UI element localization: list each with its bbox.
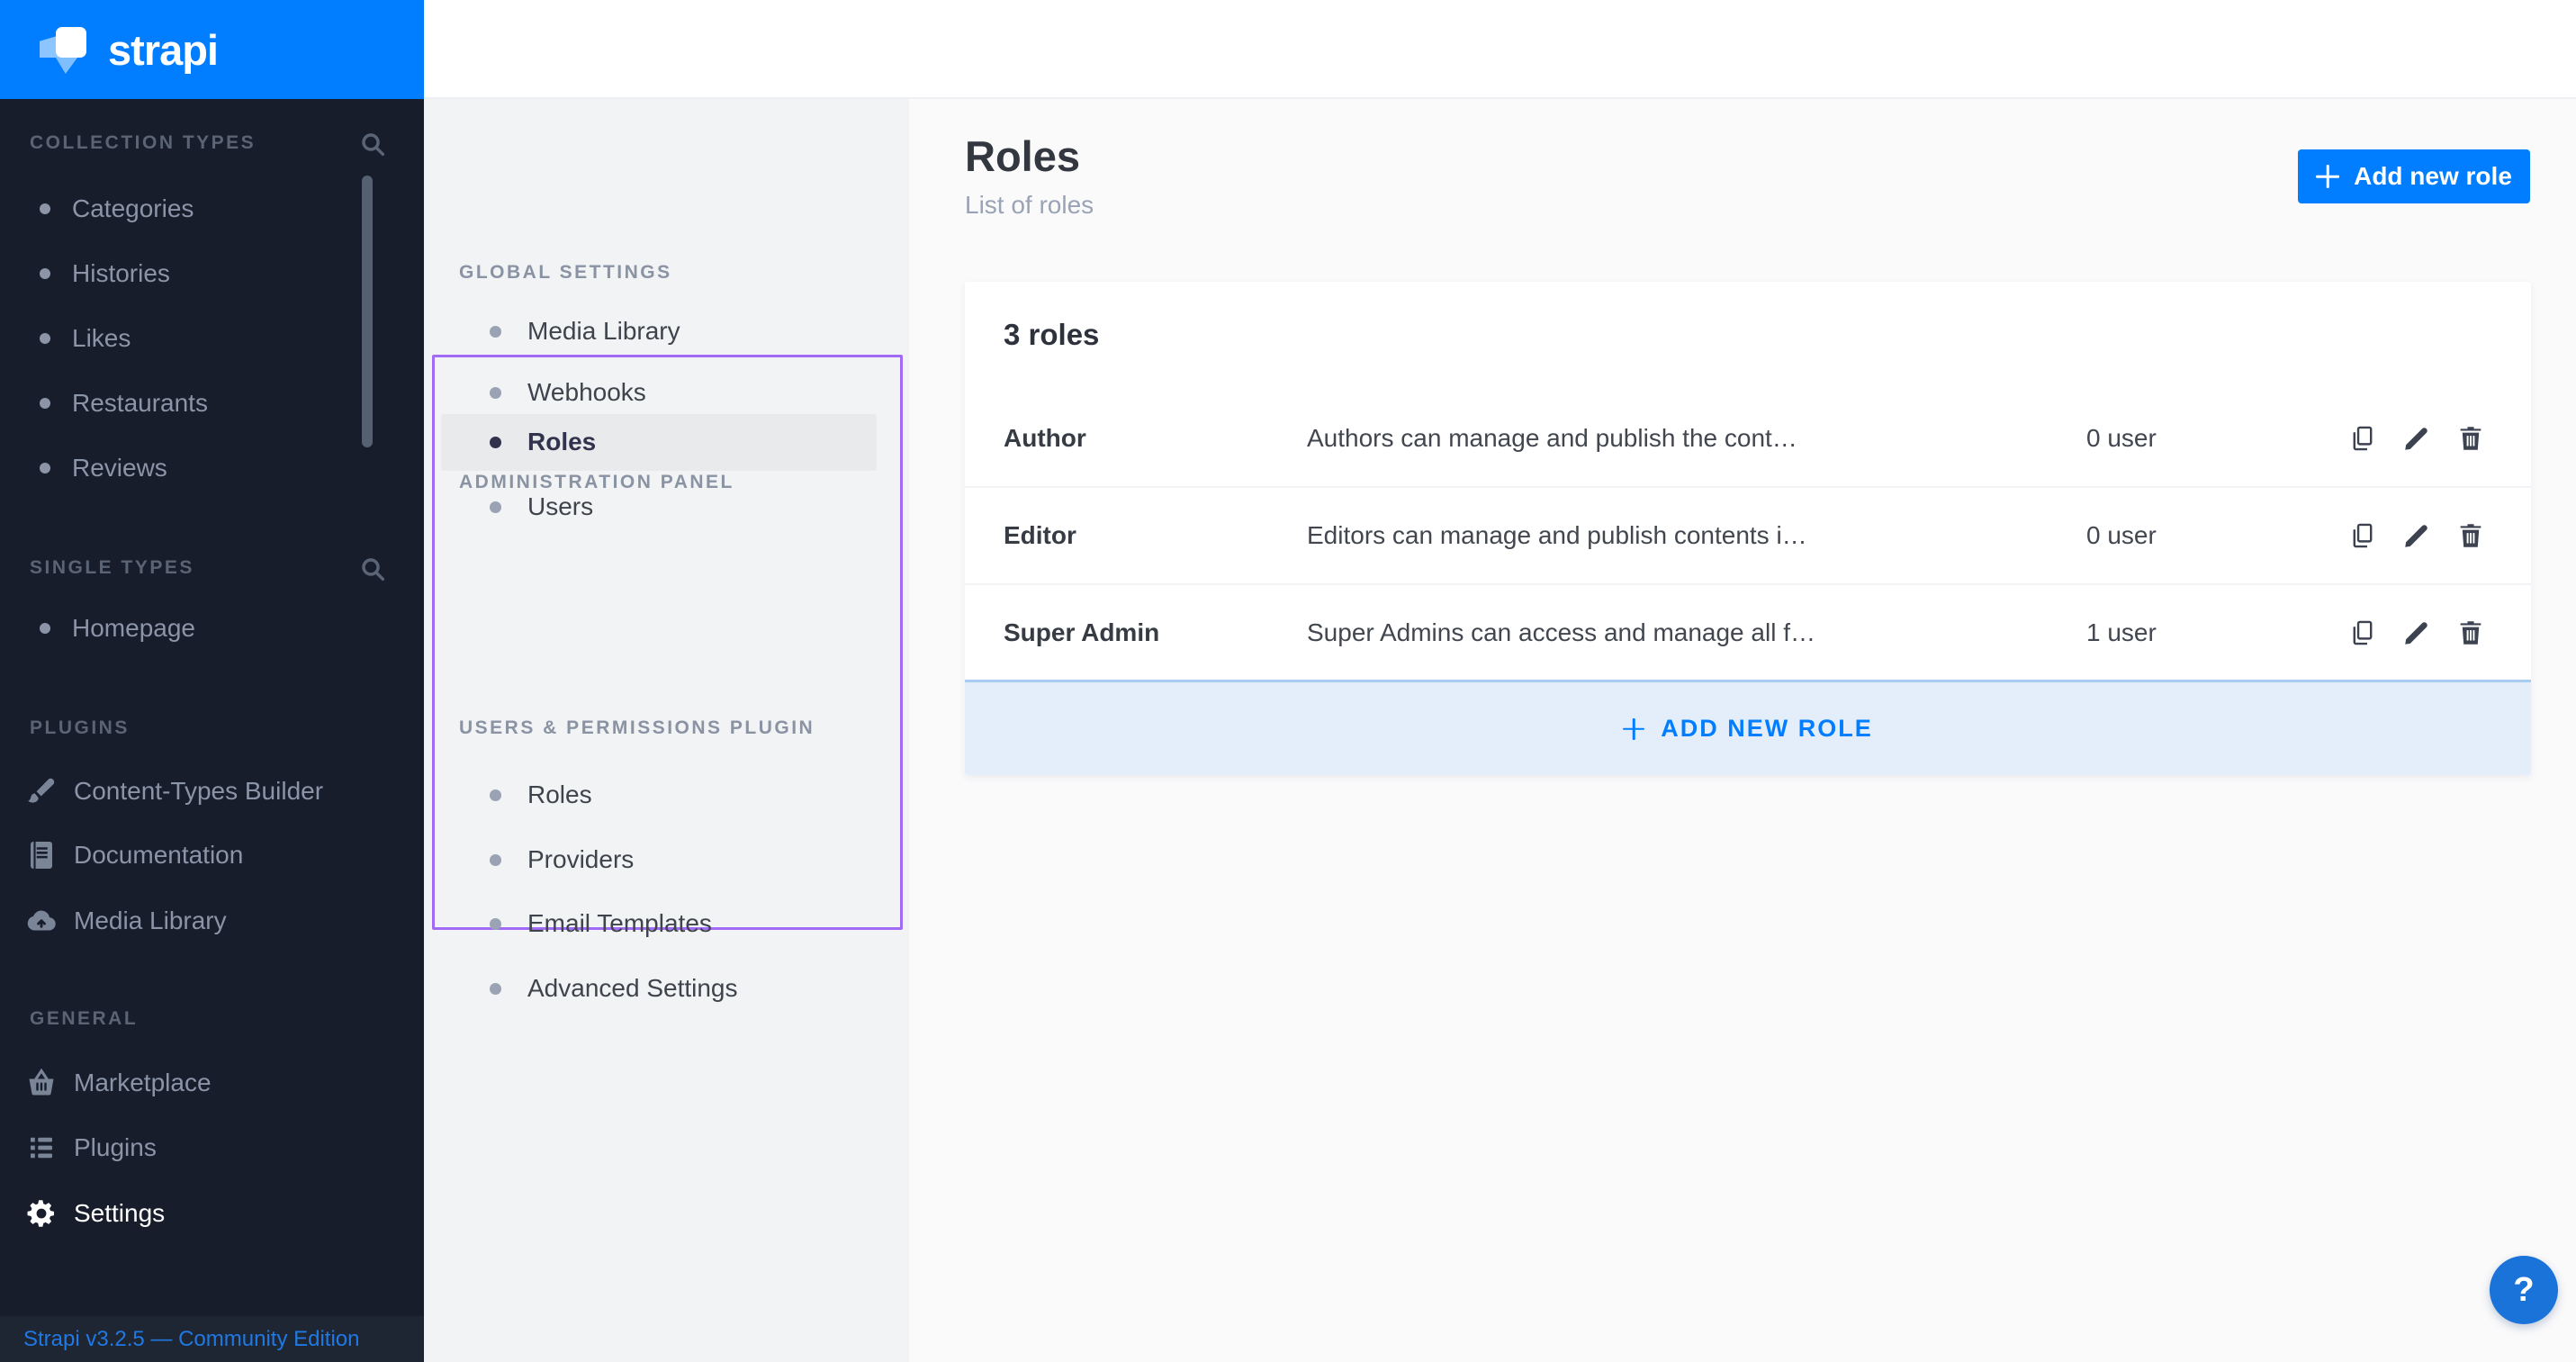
settings-subnav: GLOBAL SETTINGS Media Library Webhooks A… [424,99,909,1362]
page-title: Roles [965,131,1080,181]
list-icon [25,1132,58,1164]
roles-list-card: 3 roles Author Authors can manage and pu… [965,282,2531,775]
sidebar-item-content-types-builder[interactable]: Content-Types Builder [0,768,424,815]
delete-trash-icon[interactable] [2455,618,2486,648]
bullet-icon [490,326,501,338]
cloud-upload-icon [25,905,58,937]
bullet-icon [490,387,501,399]
role-name: Super Admin [1004,618,1159,647]
bullet-icon [490,437,501,448]
role-user-count: 0 user [2086,424,2157,453]
delete-trash-icon[interactable] [2455,423,2486,454]
table-row-super-admin[interactable]: Super Admin Super Admins can access and … [965,583,2531,680]
bullet-icon [40,463,50,474]
edit-pencil-icon[interactable] [2401,618,2432,648]
plus-icon [1623,718,1644,740]
strapi-logo-icon [38,23,90,76]
bullet-icon [40,398,50,409]
bullet-icon [40,333,50,344]
page-subtitle: List of roles [965,191,1094,220]
sidebar-item-restaurants[interactable]: Restaurants [0,380,424,427]
add-new-role-footer-button[interactable]: ADD NEW ROLE [965,680,2531,775]
book-icon [25,839,58,871]
sidebar-item-documentation[interactable]: Documentation [0,832,424,879]
bullet-icon [40,268,50,279]
plus-icon [2316,165,2339,188]
collection-types-heading: COLLECTION TYPES [30,132,256,154]
global-settings-heading: GLOBAL SETTINGS [459,262,672,284]
bullet-icon [490,789,501,801]
bullet-icon [490,983,501,995]
settings-item-users[interactable]: Users [424,482,909,532]
role-user-count: 0 user [2086,521,2157,550]
topbar [424,0,2576,99]
add-new-role-button[interactable]: Add new role [2298,149,2530,203]
sidebar-item-likes[interactable]: Likes [0,315,424,362]
settings-item-media-library[interactable]: Media Library [424,306,909,356]
sidebar-item-media-library[interactable]: Media Library [0,897,424,944]
main-sidebar: strapi COLLECTION TYPES Categories Histo… [0,0,424,1362]
bullet-icon [490,918,501,930]
sidebar-item-categories[interactable]: Categories [0,185,424,232]
duplicate-icon[interactable] [2347,618,2378,648]
bullet-icon [40,623,50,634]
strapi-admin-app: strapi COLLECTION TYPES Categories Histo… [0,0,2576,1362]
role-name: Author [1004,424,1086,453]
settings-item-roles-up[interactable]: Roles [424,770,909,820]
search-icon[interactable] [358,130,387,158]
duplicate-icon[interactable] [2347,423,2378,454]
table-row-author[interactable]: Author Authors can manage and publish th… [965,390,2531,486]
edit-pencil-icon[interactable] [2401,423,2432,454]
role-description: Editors can manage and publish contents … [1307,521,1807,550]
bullet-icon [490,501,501,513]
table-row-editor[interactable]: Editor Editors can manage and publish co… [965,486,2531,582]
users-permissions-heading: USERS & PERMISSIONS PLUGIN [459,717,815,739]
gear-icon [25,1197,58,1230]
role-user-count: 1 user [2086,618,2157,647]
brush-icon [25,775,58,807]
bullet-icon [490,854,501,866]
settings-item-advanced-settings[interactable]: Advanced Settings [424,963,909,1014]
bullet-icon [40,203,50,214]
single-types-heading: SINGLE TYPES [30,557,194,579]
role-description: Super Admins can access and manage all f… [1307,618,1815,647]
settings-item-roles-admin[interactable]: Roles [424,417,909,467]
settings-item-email-templates[interactable]: Email Templates [424,898,909,949]
sidebar-item-histories[interactable]: Histories [0,250,424,297]
sidebar-version-footer[interactable]: Strapi v3.2.5 — Community Edition [0,1316,424,1362]
general-heading: GENERAL [30,1008,138,1030]
search-icon[interactable] [358,555,387,583]
basket-icon [25,1067,58,1099]
settings-item-providers[interactable]: Providers [424,834,909,885]
sidebar-item-homepage[interactable]: Homepage [0,605,424,652]
sidebar-item-settings[interactable]: Settings [0,1190,424,1237]
strapi-logo-text: strapi [108,25,218,75]
sidebar-item-plugins[interactable]: Plugins [0,1124,424,1171]
plugins-heading: PLUGINS [30,717,130,739]
role-name: Editor [1004,521,1076,550]
sidebar-item-reviews[interactable]: Reviews [0,445,424,492]
help-button[interactable]: ? [2490,1256,2558,1324]
strapi-logo[interactable]: strapi [0,0,424,99]
roles-count-label: 3 roles [1004,318,1099,352]
edit-pencil-icon[interactable] [2401,520,2432,551]
settings-item-webhooks[interactable]: Webhooks [424,367,909,418]
delete-trash-icon[interactable] [2455,520,2486,551]
version-link[interactable]: Strapi v3.2.5 — Community Edition [23,1327,360,1352]
duplicate-icon[interactable] [2347,520,2378,551]
sidebar-item-marketplace[interactable]: Marketplace [0,1060,424,1106]
role-description: Authors can manage and publish the cont… [1307,424,1797,453]
